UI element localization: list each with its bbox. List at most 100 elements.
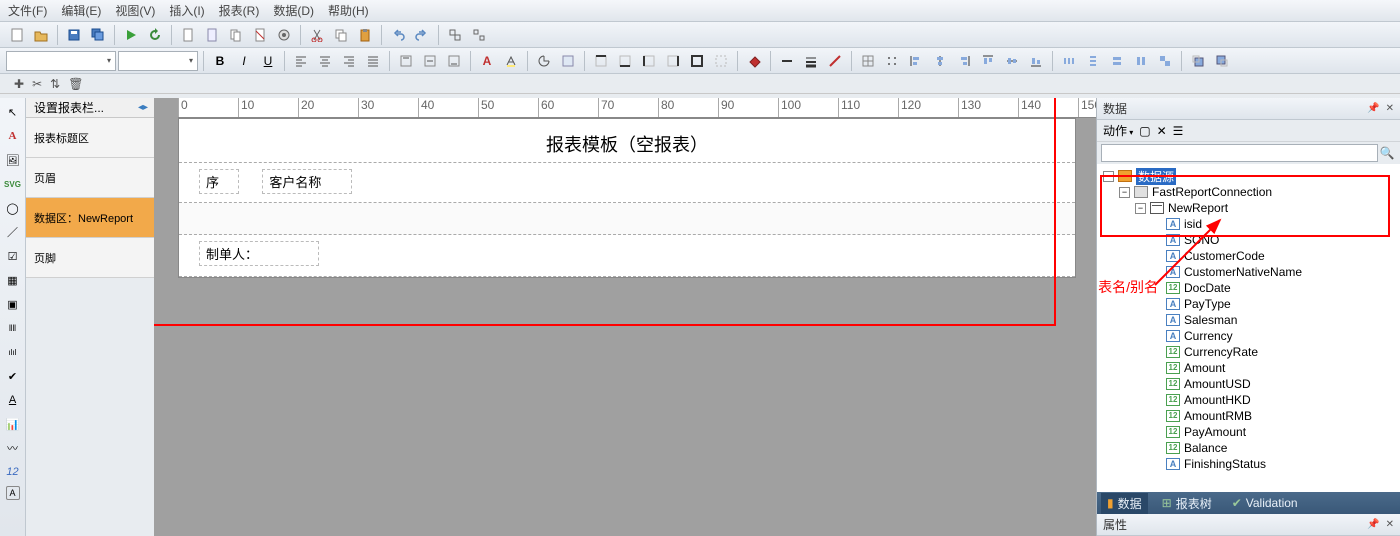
add-band-icon[interactable]: ✚: [14, 77, 24, 91]
tab-tree[interactable]: ⊞报表树: [1156, 493, 1218, 514]
field-seq[interactable]: 序: [199, 169, 239, 194]
italic-button[interactable]: I: [233, 50, 255, 72]
view-icon[interactable]: ☰: [1173, 124, 1184, 138]
dist-v-button[interactable]: [1082, 50, 1104, 72]
menu-edit[interactable]: 编辑(E): [61, 2, 101, 19]
cut-button[interactable]: [306, 24, 328, 46]
tab-data[interactable]: ▮数据: [1101, 493, 1148, 514]
align-center-button[interactable]: [314, 50, 336, 72]
delete-band-icon[interactable]: 🗑: [68, 77, 83, 91]
redo-button[interactable]: [411, 24, 433, 46]
styles-button[interactable]: [557, 50, 579, 72]
cut-band-icon[interactable]: ✂: [32, 77, 42, 91]
font-color-button[interactable]: A: [476, 50, 498, 72]
richtext-tool[interactable]: A: [3, 390, 23, 410]
check-tool[interactable]: ✔: [3, 366, 23, 386]
send-back-button[interactable]: [1211, 50, 1233, 72]
snap-button[interactable]: [881, 50, 903, 72]
ungroup-button[interactable]: [468, 24, 490, 46]
pointer-tool[interactable]: ↖: [3, 102, 23, 122]
tree-node[interactable]: −NewReport: [1099, 200, 1398, 216]
align-right-button[interactable]: [338, 50, 360, 72]
checkbox-tool[interactable]: ☑: [3, 246, 23, 266]
align-r-button[interactable]: [953, 50, 975, 72]
band-item-title[interactable]: 报表标题区: [26, 118, 154, 158]
border-top-button[interactable]: [590, 50, 612, 72]
page-button[interactable]: [177, 24, 199, 46]
line-width-button[interactable]: [800, 50, 822, 72]
tree-node[interactable]: 12AmountRMB: [1099, 408, 1398, 424]
page3-button[interactable]: [225, 24, 247, 46]
close-icon[interactable]: ✕: [1386, 519, 1394, 530]
close-icon[interactable]: ✕: [1386, 103, 1394, 114]
menu-insert[interactable]: 插入(I): [169, 2, 204, 19]
delete-page-button[interactable]: [249, 24, 271, 46]
barcode-tool[interactable]: ‖‖: [3, 318, 23, 338]
menu-report[interactable]: 报表(R): [219, 2, 260, 19]
tree-node[interactable]: 12PayAmount: [1099, 424, 1398, 440]
tree-node[interactable]: 12AmountUSD: [1099, 376, 1398, 392]
new-button[interactable]: [6, 24, 28, 46]
tab-validation[interactable]: ✔Validation: [1226, 494, 1304, 512]
align-l-button[interactable]: [905, 50, 927, 72]
save-button[interactable]: [63, 24, 85, 46]
copy-button[interactable]: [330, 24, 352, 46]
valign-top-button[interactable]: [395, 50, 417, 72]
data-tree[interactable]: −数据源−FastReportConnection−NewReportAisid…: [1097, 164, 1400, 492]
menu-view[interactable]: 视图(V): [115, 2, 155, 19]
band-list-header[interactable]: 设置报表栏... ◂▸: [26, 98, 154, 118]
font-combo[interactable]: ▾: [6, 51, 116, 71]
tree-node[interactable]: 12AmountHKD: [1099, 392, 1398, 408]
line-style-button[interactable]: [776, 50, 798, 72]
grid-button[interactable]: [857, 50, 879, 72]
align-t-button[interactable]: [977, 50, 999, 72]
cell-tool[interactable]: A: [6, 486, 20, 500]
number-tool[interactable]: 12: [3, 462, 23, 482]
table-tool[interactable]: ▦: [3, 270, 23, 290]
undo-button[interactable]: [387, 24, 409, 46]
rotate-button[interactable]: [533, 50, 555, 72]
band-item-data[interactable]: 数据区：NewReport: [26, 198, 154, 238]
delete-ds-icon[interactable]: ✕: [1157, 124, 1167, 138]
tree-node[interactable]: ASONO: [1099, 232, 1398, 248]
bold-button[interactable]: B: [209, 50, 231, 72]
highlight-button[interactable]: [500, 50, 522, 72]
align-left-button[interactable]: [290, 50, 312, 72]
design-canvas[interactable]: 0102030405060708090100110120130140150160…: [154, 98, 1096, 536]
menu-data[interactable]: 数据(D): [273, 2, 314, 19]
line-tool[interactable]: ／: [3, 222, 23, 242]
pin-icon[interactable]: 📌: [1367, 519, 1379, 530]
band-item-pagefooter[interactable]: 页脚: [26, 238, 154, 278]
refresh-button[interactable]: [144, 24, 166, 46]
border-right-button[interactable]: [662, 50, 684, 72]
tree-node[interactable]: ACustomerCode: [1099, 248, 1398, 264]
border-left-button[interactable]: [638, 50, 660, 72]
paste-button[interactable]: [354, 24, 376, 46]
image-tool[interactable]: 🖼: [3, 150, 23, 170]
band-item-pageheader[interactable]: 页眉: [26, 158, 154, 198]
tree-node[interactable]: −数据源: [1099, 168, 1398, 184]
chart-tool[interactable]: 📊: [3, 414, 23, 434]
page2-button[interactable]: [201, 24, 223, 46]
search-input[interactable]: [1101, 144, 1378, 162]
border-bottom-button[interactable]: [614, 50, 636, 72]
dist-h-button[interactable]: [1058, 50, 1080, 72]
same-w-button[interactable]: [1106, 50, 1128, 72]
menu-file[interactable]: 文件(F): [8, 2, 47, 19]
reorder-band-icon[interactable]: ⇅: [50, 77, 60, 91]
tree-node[interactable]: AFinishingStatus: [1099, 456, 1398, 472]
tree-node[interactable]: 12Balance: [1099, 440, 1398, 456]
text-tool[interactable]: A: [3, 126, 23, 146]
field-customer[interactable]: 客户名称: [262, 169, 352, 194]
align-justify-button[interactable]: [362, 50, 384, 72]
underline-button[interactable]: U: [257, 50, 279, 72]
settings-button[interactable]: [273, 24, 295, 46]
search-icon[interactable]: 🔍: [1378, 146, 1396, 160]
align-b-button[interactable]: [1025, 50, 1047, 72]
fill-color-button[interactable]: [743, 50, 765, 72]
filter-icon[interactable]: ▢: [1139, 124, 1150, 138]
subreport-tool[interactable]: ▣: [3, 294, 23, 314]
tree-node[interactable]: ACurrency: [1099, 328, 1398, 344]
tree-node[interactable]: 12Amount: [1099, 360, 1398, 376]
tree-toggle[interactable]: −: [1135, 203, 1146, 214]
